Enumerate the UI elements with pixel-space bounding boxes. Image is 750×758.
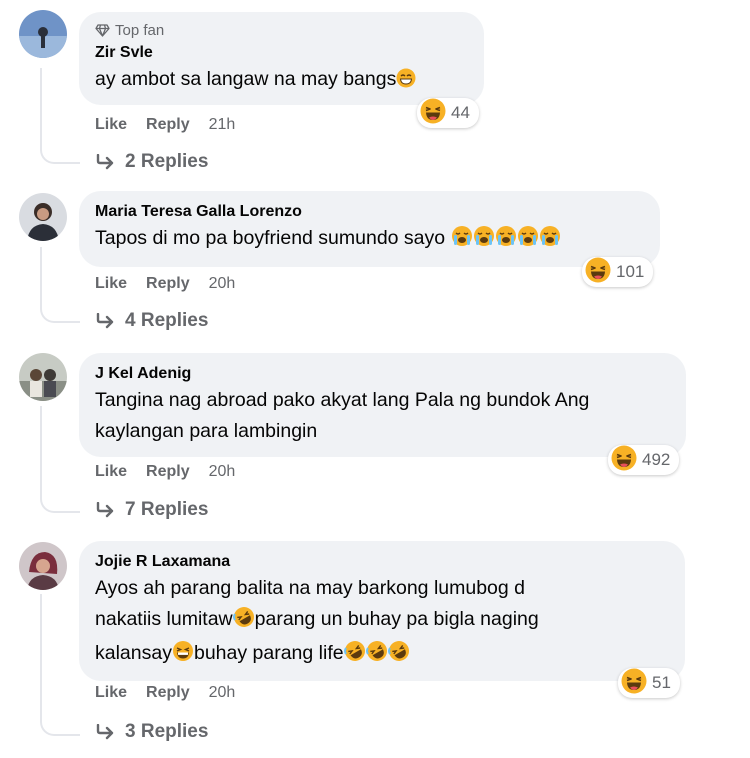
comment-actions: Like Reply 21h — [95, 116, 235, 134]
loudly-crying-emoji-icon — [517, 225, 539, 257]
replies-label: 4 Replies — [125, 310, 209, 331]
haha-emoji-icon — [611, 445, 637, 476]
comment-text: Tapos di mo pa boyfriend sumundo sayo — [95, 223, 644, 257]
thread-line — [40, 68, 80, 164]
comment-actions: Like Reply 20h — [95, 684, 235, 702]
comment-text: Tangina nag abroad pako akyat lang Pala … — [95, 389, 590, 442]
loudly-crying-emoji-icon — [473, 225, 495, 257]
rofl-emoji-icon — [232, 606, 255, 638]
grinning-emoji-icon — [172, 640, 194, 672]
replies-label: 3 Replies — [125, 721, 209, 742]
like-button[interactable]: Like — [95, 684, 127, 702]
comment-actions: Like Reply 20h — [95, 463, 235, 481]
comment-bubble: Jojie R Laxamana Ayos ah parang balita n… — [79, 541, 685, 681]
comment-author[interactable]: Jojie R Laxamana — [95, 551, 669, 573]
thread-line — [40, 594, 80, 736]
haha-emoji-icon — [420, 98, 446, 129]
reply-arrow-icon — [96, 502, 114, 518]
comment-bubble: Maria Teresa Galla Lorenzo Tapos di mo p… — [79, 191, 660, 267]
loudly-crying-emoji-icon — [495, 225, 517, 257]
rofl-emoji-icon — [365, 640, 388, 672]
comment-author[interactable]: Maria Teresa Galla Lorenzo — [95, 201, 644, 223]
replies-label: 7 Replies — [125, 499, 209, 520]
comment-timestamp[interactable]: 20h — [209, 463, 236, 481]
crying-emoji-group — [451, 226, 561, 249]
reaction-count-pill[interactable]: 492 — [608, 445, 680, 476]
reply-arrow-icon — [96, 313, 114, 329]
diamond-icon — [95, 24, 110, 37]
comment-text: Ayos ah parang balita na may barkong lum… — [95, 573, 669, 672]
reply-arrow-icon — [96, 154, 114, 170]
comment-text: ay ambot sa langaw na may bangs — [95, 64, 468, 98]
reply-arrow-icon — [96, 724, 114, 740]
rofl-emoji-icon — [387, 640, 410, 672]
view-replies-button[interactable]: 7 Replies — [95, 499, 208, 521]
comment-bubble: Top fan Zir Svle ay ambot sa langaw na m… — [79, 12, 484, 105]
view-replies-button[interactable]: 2 Replies — [95, 151, 208, 173]
like-button[interactable]: Like — [95, 116, 127, 134]
reaction-count: 44 — [451, 103, 470, 122]
top-fan-badge: Top fan — [95, 22, 468, 39]
comment-author[interactable]: Zir Svle — [95, 42, 468, 64]
like-button[interactable]: Like — [95, 275, 127, 293]
avatar[interactable] — [19, 193, 67, 241]
reaction-count-pill[interactable]: 51 — [618, 668, 680, 698]
haha-emoji-icon — [621, 668, 647, 699]
grinning-emoji-icon — [396, 67, 416, 98]
replies-label: 2 Replies — [125, 151, 209, 172]
reply-button[interactable]: Reply — [146, 116, 190, 134]
reply-button[interactable]: Reply — [146, 275, 190, 293]
badge-label: Top fan — [115, 22, 165, 39]
avatar[interactable] — [19, 353, 67, 401]
view-replies-button[interactable]: 3 Replies — [95, 721, 208, 743]
haha-emoji-icon — [585, 257, 611, 288]
rofl-emoji-icon — [343, 640, 366, 672]
loudly-crying-emoji-icon — [539, 225, 561, 257]
avatar[interactable] — [19, 542, 67, 590]
reaction-count: 492 — [642, 450, 671, 469]
reply-button[interactable]: Reply — [146, 463, 190, 481]
reaction-count: 51 — [652, 673, 671, 692]
reaction-count: 101 — [616, 262, 645, 281]
comment-timestamp[interactable]: 21h — [209, 116, 236, 134]
comment-bubble: J Kel Adenig Tangina nag abroad pako aky… — [79, 353, 686, 457]
comment-timestamp[interactable]: 20h — [209, 684, 236, 702]
avatar[interactable] — [19, 10, 67, 58]
like-button[interactable]: Like — [95, 463, 127, 481]
thread-line — [40, 247, 80, 323]
comment-actions: Like Reply 20h — [95, 275, 235, 293]
loudly-crying-emoji-icon — [451, 225, 473, 257]
comment-timestamp[interactable]: 20h — [209, 275, 236, 293]
thread-line — [40, 406, 80, 513]
reaction-count-pill[interactable]: 44 — [417, 98, 479, 128]
view-replies-button[interactable]: 4 Replies — [95, 310, 208, 332]
reaction-count-pill[interactable]: 101 — [582, 257, 654, 288]
comment-author[interactable]: J Kel Adenig — [95, 363, 670, 385]
reply-button[interactable]: Reply — [146, 684, 190, 702]
